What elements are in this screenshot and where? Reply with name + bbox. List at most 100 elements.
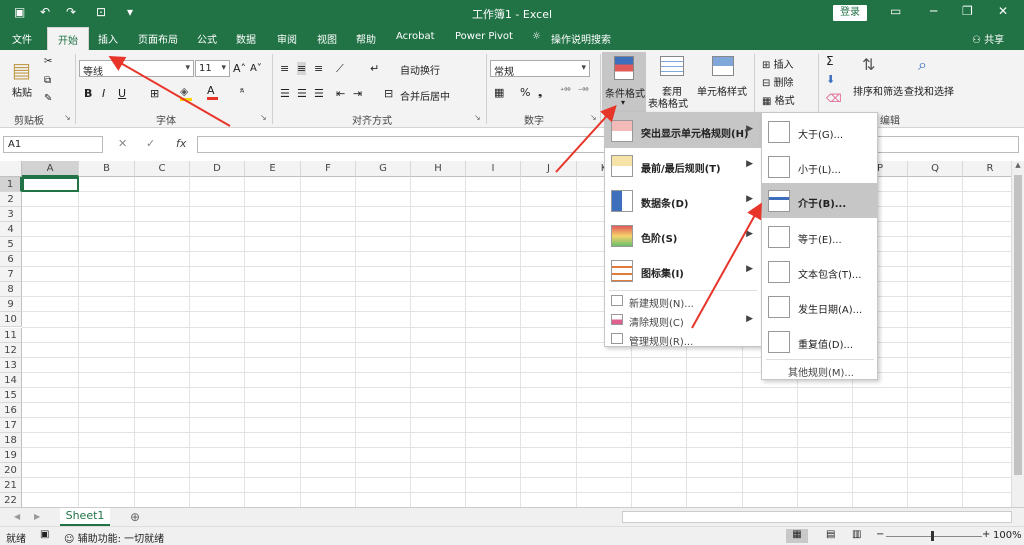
- row-header[interactable]: 22: [0, 493, 22, 507]
- page-break-view-icon[interactable]: ▥: [852, 529, 861, 540]
- column-header[interactable]: E: [245, 161, 301, 177]
- menu-highlight-rules[interactable]: 突出显示单元格规则(H) ▶: [605, 113, 761, 148]
- menu-new-rule[interactable]: 新建规则(N)...: [605, 291, 761, 310]
- dialog-launcher-icon[interactable]: ↘: [260, 113, 267, 122]
- tab-review[interactable]: 审阅: [277, 31, 297, 46]
- column-header[interactable]: G: [356, 161, 411, 177]
- tab-formulas[interactable]: 公式: [197, 31, 217, 46]
- increase-font-icon[interactable]: A˄: [233, 62, 246, 75]
- tab-help[interactable]: 帮助: [356, 31, 376, 46]
- tab-power-pivot[interactable]: Power Pivot: [455, 31, 513, 42]
- cell-style-icon[interactable]: [712, 56, 734, 76]
- row-header[interactable]: 13: [0, 357, 22, 373]
- row-header[interactable]: 20: [0, 462, 22, 478]
- share-button[interactable]: ⚇ 共享: [972, 31, 1004, 46]
- bold-icon[interactable]: B: [84, 87, 92, 100]
- increase-decimal-icon[interactable]: ⁺⁰⁰: [560, 86, 571, 95]
- align-top-icon[interactable]: ≡: [280, 62, 289, 75]
- column-header[interactable]: J: [521, 161, 577, 177]
- submenu-more-rules[interactable]: 其他规则(M)...: [762, 360, 877, 379]
- menu-clear-rules[interactable]: 清除规则(C) ▶: [605, 310, 761, 329]
- sheet-tab-sheet1[interactable]: Sheet1: [60, 508, 110, 526]
- name-box[interactable]: A1: [3, 136, 103, 153]
- row-header[interactable]: 2: [0, 192, 22, 208]
- login-button[interactable]: 登录: [833, 5, 867, 21]
- fill-color-icon[interactable]: ◈: [180, 85, 192, 101]
- merge-center-icon[interactable]: ⊟: [384, 87, 393, 100]
- row-header[interactable]: 14: [0, 372, 22, 388]
- cell-style-button[interactable]: 单元格样式: [697, 83, 747, 98]
- increase-indent-icon[interactable]: ⇥: [353, 87, 362, 100]
- column-header[interactable]: A: [22, 161, 79, 177]
- align-middle-icon[interactable]: ≡: [297, 62, 307, 75]
- scroll-thumb[interactable]: [1014, 175, 1022, 475]
- align-right-icon[interactable]: ☰: [314, 87, 324, 100]
- paste-button[interactable]: 粘贴: [12, 84, 32, 99]
- vertical-scrollbar[interactable]: ▲: [1011, 161, 1024, 507]
- tab-file[interactable]: 文件: [12, 31, 32, 46]
- zoom-slider[interactable]: [886, 531, 982, 541]
- column-header[interactable]: H: [411, 161, 466, 177]
- dialog-launcher-icon[interactable]: ↘: [64, 113, 71, 122]
- row-header[interactable]: 17: [0, 417, 22, 433]
- delete-cells-button[interactable]: ⊟ 删除: [762, 74, 794, 89]
- format-painter-icon[interactable]: ✎: [44, 93, 52, 104]
- scroll-up-icon[interactable]: ▲: [1012, 161, 1024, 169]
- row-header[interactable]: 18: [0, 432, 22, 448]
- decrease-font-icon[interactable]: A˅: [250, 63, 262, 74]
- font-color-icon[interactable]: A: [207, 84, 218, 100]
- underline-icon[interactable]: U: [118, 87, 126, 100]
- tab-home[interactable]: 开始: [47, 27, 89, 50]
- tell-me-search[interactable]: 操作说明搜索: [551, 31, 611, 46]
- submenu-duplicate-values[interactable]: 重复值(D)...: [762, 324, 877, 359]
- tab-insert[interactable]: 插入: [98, 31, 118, 46]
- column-header[interactable]: B: [79, 161, 135, 177]
- dialog-launcher-icon[interactable]: ↘: [474, 113, 481, 122]
- add-sheet-icon[interactable]: ⊕: [130, 510, 140, 524]
- submenu-date-occurring[interactable]: 发生日期(A)...: [762, 289, 877, 324]
- submenu-text-contains[interactable]: 文本包含(T)...: [762, 254, 877, 289]
- dialog-launcher-icon[interactable]: ↘: [590, 113, 597, 122]
- column-header[interactable]: C: [135, 161, 190, 177]
- close-icon[interactable]: ✕: [998, 4, 1008, 18]
- tab-data[interactable]: 数据: [236, 31, 256, 46]
- row-header[interactable]: 10: [0, 312, 22, 328]
- clear-icon[interactable]: ⌫: [826, 92, 842, 105]
- menu-data-bars[interactable]: 数据条(D) ▶: [605, 183, 761, 218]
- column-header[interactable]: F: [301, 161, 356, 177]
- menu-color-scales[interactable]: 色阶(S) ▶: [605, 218, 761, 253]
- cancel-icon[interactable]: ✕: [118, 137, 127, 150]
- sort-filter-icon[interactable]: ⇅: [862, 55, 875, 74]
- row-header[interactable]: 3: [0, 207, 22, 223]
- phonetic-icon[interactable]: ᴬ̃: [240, 88, 244, 99]
- row-header[interactable]: 19: [0, 447, 22, 463]
- row-header[interactable]: 7: [0, 267, 22, 283]
- restore-icon[interactable]: ❐: [962, 4, 973, 18]
- tab-view[interactable]: 视图: [317, 31, 337, 46]
- zoom-slider-thumb[interactable]: [931, 531, 934, 541]
- zoom-out-icon[interactable]: −: [876, 529, 884, 540]
- select-all-corner[interactable]: [0, 161, 22, 177]
- decrease-indent-icon[interactable]: ⇤: [336, 87, 345, 100]
- row-header[interactable]: 1: [0, 177, 22, 193]
- row-header[interactable]: 6: [0, 252, 22, 268]
- fill-icon[interactable]: ⬇: [826, 73, 835, 86]
- row-header[interactable]: 15: [0, 387, 22, 403]
- find-select-icon[interactable]: ⌕: [918, 55, 927, 75]
- font-size-select[interactable]: 11 ▾: [195, 60, 230, 77]
- submenu-less-than[interactable]: 小于(L)...: [762, 149, 877, 184]
- menu-manage-rules[interactable]: 管理规则(R)...: [605, 329, 761, 348]
- row-header[interactable]: 21: [0, 478, 22, 494]
- submenu-between[interactable]: 介于(B)...: [762, 183, 877, 218]
- row-header[interactable]: 5: [0, 237, 22, 253]
- conditional-format-button[interactable]: 条件格式 ▾: [602, 52, 646, 112]
- row-header[interactable]: 12: [0, 342, 22, 358]
- selected-cell-a1[interactable]: [22, 177, 79, 192]
- prev-sheet-icon[interactable]: ◀: [14, 512, 20, 521]
- zoom-in-icon[interactable]: +: [982, 529, 990, 540]
- enter-icon[interactable]: ✓: [146, 137, 155, 150]
- percent-icon[interactable]: %: [520, 86, 530, 99]
- macro-record-icon[interactable]: ▣: [40, 529, 49, 540]
- border-icon[interactable]: ⊞: [150, 87, 159, 100]
- font-name-select[interactable]: 等线 ▾: [79, 60, 194, 78]
